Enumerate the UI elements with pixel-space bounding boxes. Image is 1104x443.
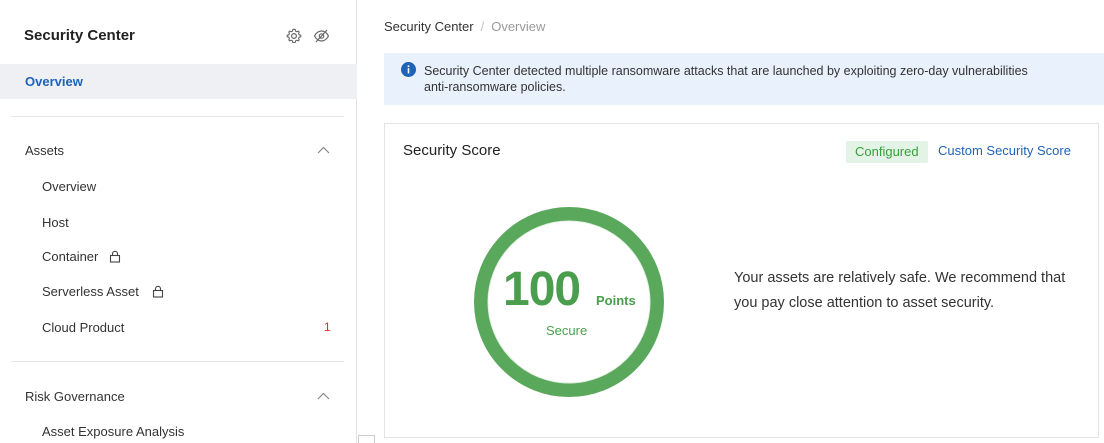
sidebar-item-label: Serverless Asset <box>42 284 139 299</box>
security-score-card: Security Score Configured Custom Securit… <box>384 123 1099 438</box>
gear-icon[interactable] <box>286 28 302 44</box>
collapse-handle[interactable] <box>358 435 375 443</box>
custom-security-score-link[interactable]: Custom Security Score <box>938 143 1071 158</box>
score-description: Your assets are relatively safe. We reco… <box>734 270 1066 311</box>
info-icon <box>401 62 416 77</box>
sidebar-item-label: Asset Exposure Analysis <box>42 424 185 439</box>
group-assets-header[interactable]: Assets <box>0 136 357 164</box>
notice-text: Security Center detected multiple ransom… <box>424 63 1104 95</box>
notice-line-2: anti-ransomware policies. <box>424 80 566 94</box>
score-unit: Points <box>596 293 636 308</box>
sidebar-item-label: Cloud Product <box>42 320 125 335</box>
sidebar-item-serverless-asset[interactable]: Serverless Asset <box>0 278 357 306</box>
status-badge: Configured <box>846 141 928 163</box>
sidebar-item-container[interactable]: Container <box>0 243 357 271</box>
group-risk-governance-header[interactable]: Risk Governance <box>0 382 357 410</box>
group-label: Assets <box>25 143 65 158</box>
breadcrumb-current: Overview <box>491 19 546 34</box>
divider <box>11 116 344 117</box>
group-label: Risk Governance <box>25 389 125 404</box>
sidebar-item-label: Overview <box>25 74 83 89</box>
info-notice: Security Center detected multiple ransom… <box>384 53 1104 105</box>
sidebar-item-label: Host <box>42 215 69 230</box>
main-content: Security Center / Overview Security Center… <box>358 0 1104 443</box>
eye-off-icon[interactable] <box>313 28 330 44</box>
sidebar-header: Security Center <box>0 0 357 64</box>
breadcrumb-separator: / <box>480 19 485 34</box>
lock-icon <box>109 250 121 263</box>
sidebar-item-overview[interactable]: Overview <box>0 64 357 99</box>
sidebar: Security Center Overview Assets Overview… <box>0 0 357 443</box>
sidebar-item-label: Overview <box>42 179 97 194</box>
sidebar-item-asset-exposure-analysis[interactable]: Asset Exposure Analysis <box>0 418 357 443</box>
sidebar-item-assets-overview[interactable]: Overview <box>0 173 357 201</box>
breadcrumb: Security Center / Overview <box>384 19 545 34</box>
sidebar-item-label: Container <box>42 249 99 264</box>
chevron-up-icon <box>317 392 330 400</box>
count-badge: 1 <box>324 320 331 334</box>
score-value: 100 <box>503 263 581 316</box>
card-title: Security Score <box>403 142 501 159</box>
score-level: Secure <box>546 323 588 338</box>
sidebar-item-cloud-product[interactable]: Cloud Product 1 <box>0 314 357 342</box>
notice-line-1: Security Center detected multiple ransom… <box>424 64 1028 78</box>
chevron-up-icon <box>317 146 330 154</box>
breadcrumb-root[interactable]: Security Center <box>384 19 474 34</box>
lock-icon <box>152 285 164 298</box>
sidebar-item-host[interactable]: Host <box>0 209 357 237</box>
sidebar-title: Security Center <box>24 27 135 44</box>
divider <box>11 361 344 362</box>
